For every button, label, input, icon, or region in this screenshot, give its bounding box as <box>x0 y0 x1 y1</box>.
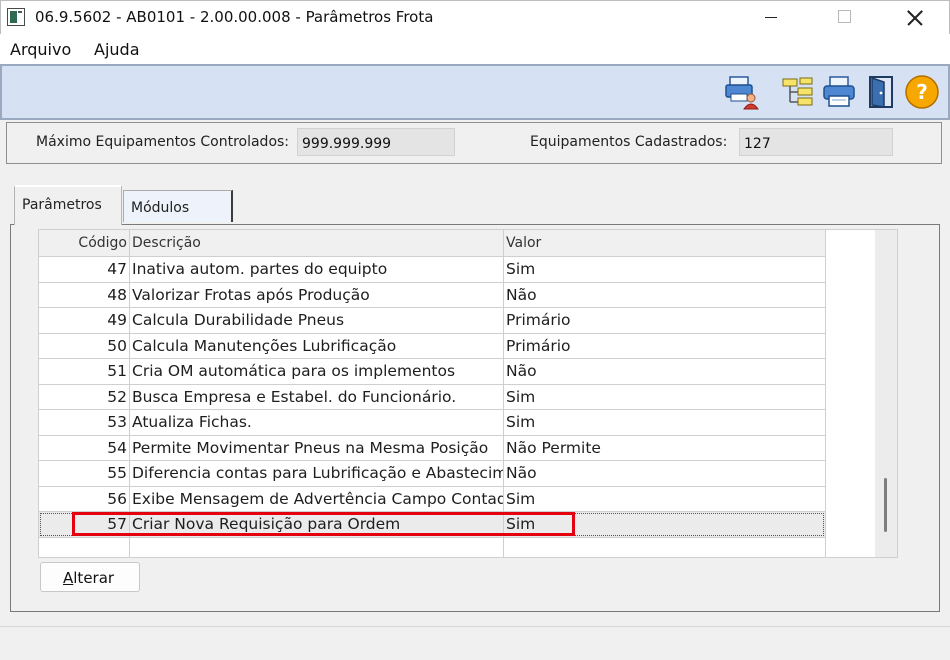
table-row[interactable]: 49 Calcula Durabilidade Pneus Primário <box>39 307 825 333</box>
svg-text:?: ? <box>916 80 928 104</box>
cell-description: Calcula Durabilidade Pneus <box>132 311 345 329</box>
cell-code: 47 <box>107 260 127 278</box>
table-row[interactable]: 52 Busca Empresa e Estabel. do Funcionár… <box>39 383 825 410</box>
cell-code: 56 <box>107 489 127 508</box>
tab-modulos[interactable]: Módulos <box>123 190 233 222</box>
max-equipment-value: 999.999.999 <box>297 128 455 156</box>
registered-equipment-value: 127 <box>739 128 893 156</box>
cell-description: Exibe Mensagem de Advertência Campo Cont… <box>132 489 504 508</box>
close-button[interactable] <box>891 1 937 35</box>
cell-value: Não <box>506 285 537 304</box>
cell-value: Não Permite <box>506 438 601 457</box>
cell-description: Diferencia contas para Lubrificação e Ab… <box>132 464 504 482</box>
column-divider <box>825 230 826 557</box>
print-user-icon[interactable] <box>724 74 760 110</box>
menu-bar: Arquivo Ajuda <box>0 34 950 64</box>
cell-value: Sim <box>506 260 536 278</box>
menu-ajuda[interactable]: Ajuda <box>94 40 140 59</box>
vertical-scrollbar[interactable] <box>875 230 897 557</box>
table-row[interactable]: 54 Permite Movimentar Pneus na Mesma Pos… <box>39 434 825 461</box>
header-valor[interactable]: Valor <box>506 235 541 251</box>
app-icon <box>7 8 25 26</box>
cell-code: 52 <box>107 387 127 406</box>
registered-equipment-label: Equipamentos Cadastrados: <box>530 134 728 150</box>
table-row[interactable]: 55 Diferencia contas para Lubrificação e… <box>39 460 825 486</box>
scrollbar-thumb[interactable] <box>884 478 887 532</box>
alterar-label: lterar <box>73 569 115 587</box>
cell-code: 51 <box>107 362 127 380</box>
column-divider <box>503 230 504 557</box>
max-equipment-label: Máximo Equipamentos Controlados: <box>36 134 290 150</box>
help-icon[interactable]: ? <box>904 74 940 110</box>
cell-code: 54 <box>107 438 127 457</box>
status-bar <box>0 626 950 660</box>
cell-code: 50 <box>107 336 127 355</box>
cell-value: Primário <box>506 311 571 329</box>
window-title: 06.9.5602 - AB0101 - 2.00.00.008 - Parâm… <box>35 8 434 26</box>
table-row[interactable]: 56 Exibe Mensagem de Advertência Campo C… <box>39 485 825 512</box>
grid-header: Código Descrição Valor <box>39 230 825 256</box>
table-row[interactable]: 51 Cria OM automática para os implemento… <box>39 358 825 384</box>
minimize-button[interactable] <box>747 1 793 35</box>
toolbar: ? <box>0 64 950 120</box>
cell-value: Sim <box>506 413 536 431</box>
row-highlight-box <box>72 512 575 536</box>
header-descricao[interactable]: Descrição <box>132 235 201 251</box>
table-row[interactable]: 48 Valorizar Frotas após Produção Não <box>39 281 825 308</box>
hierarchy-icon[interactable] <box>780 74 816 110</box>
maximize-button[interactable] <box>821 1 867 35</box>
cell-code: 53 <box>107 413 127 431</box>
alterar-accelerator: A <box>63 569 74 587</box>
cell-description: Busca Empresa e Estabel. do Funcionário. <box>132 387 457 406</box>
cell-value: Primário <box>506 336 571 355</box>
table-row[interactable]: 50 Calcula Manutenções Lubrificação Prim… <box>39 332 825 359</box>
cell-description: Atualiza Fichas. <box>132 413 252 431</box>
menu-arquivo[interactable]: Arquivo <box>10 40 71 59</box>
column-divider <box>129 230 130 557</box>
exit-door-icon[interactable] <box>864 74 900 110</box>
cell-description: Permite Movimentar Pneus na Mesma Posiçã… <box>132 438 489 457</box>
cell-code: 49 <box>107 311 127 329</box>
cell-description: Valorizar Frotas após Produção <box>132 285 370 304</box>
cell-value: Sim <box>506 387 536 406</box>
parameters-grid[interactable]: Código Descrição Valor 47 Inativa autom.… <box>38 229 898 558</box>
cell-value: Sim <box>506 489 536 508</box>
printer-icon[interactable] <box>821 74 857 110</box>
title-bar: 06.9.5602 - AB0101 - 2.00.00.008 - Parâm… <box>0 0 950 34</box>
header-codigo[interactable]: Código <box>39 235 127 251</box>
equipment-info-group: Máximo Equipamentos Controlados: 999.999… <box>6 122 942 164</box>
cell-description: Calcula Manutenções Lubrificação <box>132 336 397 355</box>
cell-code: 48 <box>107 285 127 304</box>
alterar-button[interactable]: Alterar <box>40 562 140 592</box>
tab-parametros[interactable]: Parâmetros <box>14 185 122 225</box>
table-row[interactable]: 47 Inativa autom. partes do equipto Sim <box>39 256 825 282</box>
table-row-empty[interactable] <box>39 536 825 557</box>
cell-description: Inativa autom. partes do equipto <box>132 260 388 278</box>
cell-value: Não <box>506 362 537 380</box>
cell-description: Cria OM automática para os implementos <box>132 362 456 380</box>
table-row[interactable]: 53 Atualiza Fichas. Sim <box>39 409 825 435</box>
cell-code: 55 <box>107 464 127 482</box>
cell-value: Não <box>506 464 537 482</box>
